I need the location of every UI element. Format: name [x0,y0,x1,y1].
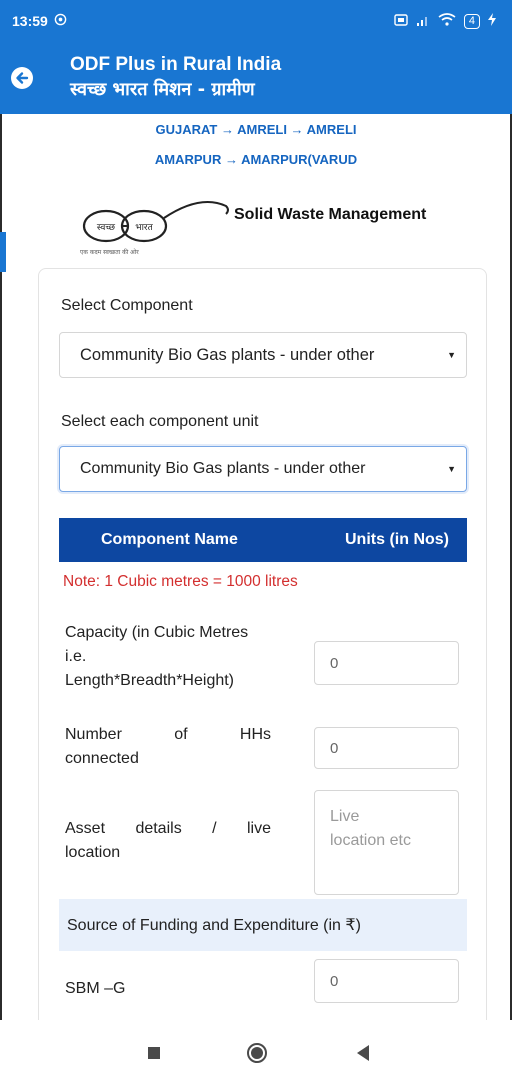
logo-text-right: भारत [135,223,153,233]
households-input[interactable]: 0 [314,727,459,769]
status-time: 13:59 [12,13,48,29]
households-label: Number of HHs connected [65,723,271,771]
capacity-label: Capacity (in Cubic Metres i.e. Length*Br… [65,621,315,693]
recents-button-icon[interactable] [148,1047,160,1059]
logo-caption: एक कदम स्वच्छता की ओर [80,249,139,256]
sim-icon [394,13,408,29]
form-card: Select Component Community Bio Gas plant… [38,268,487,1028]
dropdown-arrow-icon: ▼ [447,350,456,360]
home-button-inner [251,1047,263,1059]
table-header: Component Name Units (in Nos) [59,518,467,562]
hotspot-icon [54,13,67,29]
table-header-component-name: Component Name [101,531,238,548]
asset-placeholder-line-2: location etc [330,832,411,849]
capacity-input[interactable]: 0 [314,641,459,685]
signal-icon [416,14,430,29]
app-bar: ODF Plus in Rural India स्वच्छ भारत मिशन… [0,42,512,114]
component-select-value: Community Bio Gas plants - under other [80,345,375,364]
charging-icon [488,13,496,29]
swachh-bharat-logo: स्वच्छ भारत एक कदम स्वच्छता की ओर [80,190,230,256]
status-bar: 13:59 4 [0,0,512,42]
app-subtitle: स्वच्छ भारत मिशन - ग्रामीण [70,79,255,100]
households-label-line-1: Number of HHs [65,726,271,743]
logo-text-left: स्वच्छ [97,223,116,233]
breadcrumb-line-2: AMARPUR → AMARPUR(VARUD [154,152,358,167]
component-label: Select Component [61,297,193,314]
component-select[interactable]: Community Bio Gas plants - under other ▼ [59,332,467,378]
unit-select-value: Community Bio Gas plants - under other [80,460,366,477]
unit-label: Select each component unit [61,413,259,430]
asset-location-placeholder: Live location etc [330,805,411,853]
side-tab-indicator [0,232,6,272]
capacity-label-line-2: i.e. [65,648,87,665]
asset-location-input[interactable]: Live location etc [314,790,459,895]
unit-select[interactable]: Community Bio Gas plants - under other ▼ [59,446,467,492]
asset-placeholder-line-1: Live [330,808,360,825]
sbm-g-label: SBM –G [65,980,126,997]
sbm-g-input[interactable]: 0 [314,959,459,1003]
section-header: स्वच्छ भारत एक कदम स्वच्छता की ओर Solid … [80,190,427,256]
home-button-icon[interactable] [247,1043,267,1063]
section-title: Solid Waste Management [234,206,427,223]
asset-label-line-2: location [65,844,121,861]
battery-icon: 4 [463,13,480,29]
app-title: ODF Plus in Rural India [70,54,282,75]
back-arrow-icon [11,67,33,89]
dropdown-arrow-icon: ▼ [447,464,456,474]
asset-label-line-1: Asset details / live [65,820,271,837]
wifi-icon [438,13,456,29]
table-header-units: Units (in Nos) [345,531,449,548]
funding-section-header: Source of Funding and Expenditure (in ₹) [59,899,467,951]
status-icons: 4 [394,13,496,29]
capacity-label-line-3: Length*Breadth*Height) [65,672,235,689]
conversion-note: Note: 1 Cubic metres = 1000 litres [63,573,298,590]
app-title-block: ODF Plus in Rural India स्वच्छ भारत मिशन… [70,53,281,103]
nav-back-button-icon[interactable] [357,1045,369,1061]
households-label-line-2: connected [65,750,139,767]
back-button[interactable] [0,67,44,89]
asset-label: Asset details / live location [65,817,271,865]
breadcrumb-line-1: GUJARAT → AMRELI → AMRELI [155,122,357,137]
capacity-label-line-1: Capacity (in Cubic Metres [65,624,249,641]
